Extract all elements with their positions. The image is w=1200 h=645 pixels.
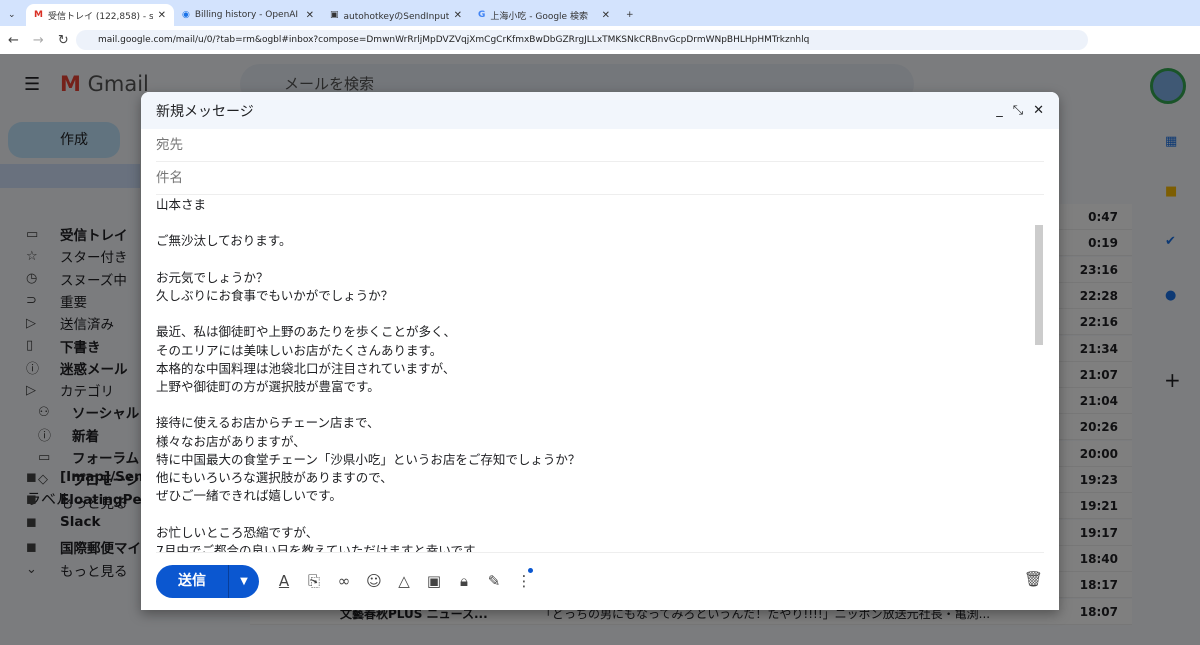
tab-openai[interactable]: ◉Billing history - OpenAI API✕	[174, 4, 322, 26]
signature-icon[interactable]: ✎	[479, 572, 509, 590]
compose-toolbar: 送信 ▼ A ⎘ ∞ ☺ △ ▣ 🔒︎ ✎ ⋮	[156, 564, 539, 598]
google-icon: G	[478, 10, 486, 20]
compose-title: 新規メッセージ	[156, 103, 254, 120]
formatting-icon[interactable]: A	[269, 572, 299, 590]
message-body[interactable]: 山本さま ご無沙汰しております。 お元気でしょうか？ 久しぶりにお食事でもいかが…	[156, 196, 1026, 552]
compose-header: 新規メッセージ _ ⤡ ✕	[141, 92, 1059, 129]
close-icon[interactable]: ✕	[158, 10, 166, 21]
minimize-icon[interactable]: _	[996, 103, 1003, 118]
url-input[interactable]: mail.google.com/mail/u/0/?tab=rm&ogbl#in…	[76, 30, 1088, 50]
body-scrollbar[interactable]	[1035, 225, 1043, 345]
drive-icon[interactable]: △	[389, 572, 419, 590]
close-icon[interactable]: ✕	[602, 10, 610, 21]
subject-field[interactable]: 件名	[156, 162, 1044, 195]
tab-list-button[interactable]: ⌄	[0, 4, 26, 26]
tab-bar: ⌄ M受信トレイ (122,858) - satoshi.en✕ ◉Billin…	[0, 0, 1200, 26]
close-icon[interactable]: ✕	[1033, 103, 1044, 118]
send-button[interactable]: 送信	[156, 564, 229, 598]
close-icon[interactable]: ✕	[306, 10, 314, 21]
emoji-icon[interactable]: ☺	[359, 572, 389, 590]
tab-google[interactable]: G 上海小吃 - Google 検索 ✕	[470, 4, 618, 26]
divider	[156, 552, 1044, 553]
compose-window: 新規メッセージ _ ⤡ ✕ 宛先 件名 山本さま ご無沙汰しております。 お元気でし…	[141, 92, 1059, 610]
tab-gmail[interactable]: M受信トレイ (122,858) - satoshi.en✕	[26, 4, 174, 26]
discard-draft-icon[interactable]: 🗑︎	[1024, 570, 1043, 588]
reload-icon[interactable]: ↻	[58, 33, 69, 48]
exit-fullscreen-icon[interactable]: ⤡	[1013, 103, 1023, 118]
back-icon[interactable]: ←	[8, 33, 19, 48]
attach-icon[interactable]: ⎘	[299, 572, 329, 590]
confidential-icon[interactable]: 🔒︎	[449, 572, 479, 590]
new-tab-button[interactable]: +	[618, 4, 642, 26]
link-icon[interactable]: ∞	[329, 572, 359, 590]
address-bar: ← → ↻ mail.google.com/mail/u/0/?tab=rm&ogb…	[0, 26, 1200, 54]
openai-icon: ◉	[182, 10, 190, 20]
more-options-icon[interactable]: ⋮	[509, 568, 539, 590]
to-field[interactable]: 宛先	[156, 129, 1044, 162]
photo-icon[interactable]: ▣	[419, 572, 449, 590]
tab-autohotkey[interactable]: ▣autohotkeyのSendInputのスピード✕	[322, 4, 470, 26]
close-icon[interactable]: ✕	[454, 10, 462, 21]
site-icon: ▣	[330, 10, 339, 20]
gmail-icon: M	[34, 10, 43, 20]
schedule-send-dropdown[interactable]: ▼	[229, 565, 259, 598]
forward-icon[interactable]: →	[33, 33, 44, 48]
send-button-group: 送信 ▼	[156, 564, 259, 598]
